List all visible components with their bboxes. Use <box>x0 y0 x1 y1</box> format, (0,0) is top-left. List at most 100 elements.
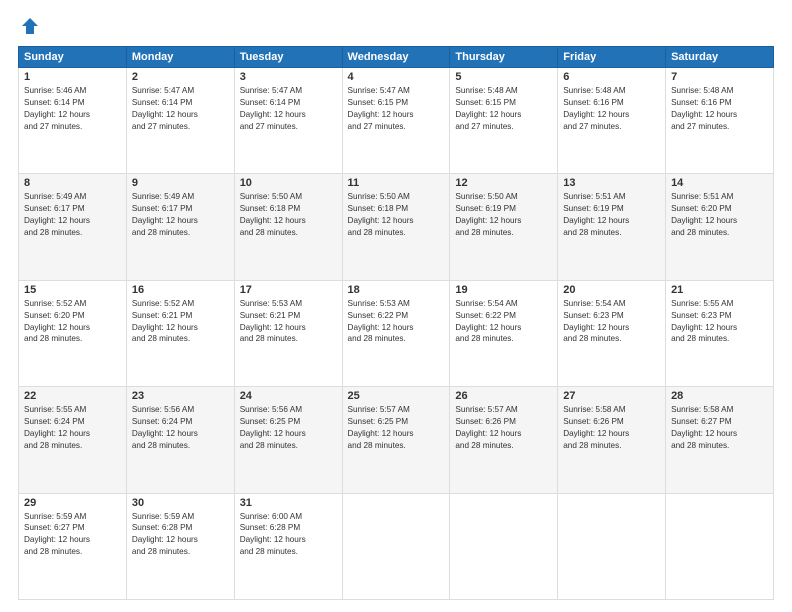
cell-info: Sunrise: 5:56 AM Sunset: 6:24 PM Dayligh… <box>132 404 229 452</box>
day-cell-24: 24 Sunrise: 5:56 AM Sunset: 6:25 PM Dayli… <box>234 387 342 493</box>
cell-info: Sunrise: 5:47 AM Sunset: 6:14 PM Dayligh… <box>132 85 229 133</box>
day-number: 9 <box>132 177 229 189</box>
col-header-tuesday: Tuesday <box>234 47 342 68</box>
day-number: 11 <box>348 177 445 189</box>
day-number: 23 <box>132 390 229 402</box>
cell-info: Sunrise: 5:47 AM Sunset: 6:15 PM Dayligh… <box>348 85 445 133</box>
cell-info: Sunrise: 5:53 AM Sunset: 6:22 PM Dayligh… <box>348 298 445 346</box>
cell-info: Sunrise: 5:49 AM Sunset: 6:17 PM Dayligh… <box>24 191 121 239</box>
day-number: 1 <box>24 71 121 83</box>
day-number: 19 <box>455 284 552 296</box>
col-header-thursday: Thursday <box>450 47 558 68</box>
empty-cell <box>558 493 666 599</box>
day-number: 20 <box>563 284 660 296</box>
day-number: 27 <box>563 390 660 402</box>
day-cell-25: 25 Sunrise: 5:57 AM Sunset: 6:25 PM Dayli… <box>342 387 450 493</box>
day-number: 26 <box>455 390 552 402</box>
cell-info: Sunrise: 5:58 AM Sunset: 6:26 PM Dayligh… <box>563 404 660 452</box>
day-cell-23: 23 Sunrise: 5:56 AM Sunset: 6:24 PM Dayli… <box>126 387 234 493</box>
col-header-saturday: Saturday <box>666 47 774 68</box>
cell-info: Sunrise: 5:55 AM Sunset: 6:23 PM Dayligh… <box>671 298 768 346</box>
day-number: 16 <box>132 284 229 296</box>
day-cell-15: 15Sunrise: 5:52 AM Sunset: 6:20 PM Dayli… <box>19 280 127 386</box>
logo-icon <box>20 16 40 36</box>
day-cell-8: 8 Sunrise: 5:49 AM Sunset: 6:17 PM Daylig… <box>19 174 127 280</box>
day-cell-9: 9 Sunrise: 5:49 AM Sunset: 6:17 PM Daylig… <box>126 174 234 280</box>
day-cell-17: 17 Sunrise: 5:53 AM Sunset: 6:21 PM Dayli… <box>234 280 342 386</box>
cell-info: Sunrise: 5:55 AM Sunset: 6:24 PM Dayligh… <box>24 404 121 452</box>
day-number: 2 <box>132 71 229 83</box>
day-cell-7: 7Sunrise: 5:48 AM Sunset: 6:16 PM Daylig… <box>666 68 774 174</box>
cell-info: Sunrise: 5:49 AM Sunset: 6:17 PM Dayligh… <box>132 191 229 239</box>
day-number: 3 <box>240 71 337 83</box>
day-cell-3: 3 Sunrise: 5:47 AM Sunset: 6:14 PM Daylig… <box>234 68 342 174</box>
day-number: 15 <box>24 284 121 296</box>
cell-info: Sunrise: 5:59 AM Sunset: 6:27 PM Dayligh… <box>24 511 121 559</box>
day-number: 17 <box>240 284 337 296</box>
col-header-friday: Friday <box>558 47 666 68</box>
col-header-monday: Monday <box>126 47 234 68</box>
day-cell-27: 27 Sunrise: 5:58 AM Sunset: 6:26 PM Dayli… <box>558 387 666 493</box>
day-number: 30 <box>132 497 229 509</box>
day-number: 31 <box>240 497 337 509</box>
cell-info: Sunrise: 5:48 AM Sunset: 6:16 PM Dayligh… <box>563 85 660 133</box>
cell-info: Sunrise: 5:58 AM Sunset: 6:27 PM Dayligh… <box>671 404 768 452</box>
empty-cell <box>450 493 558 599</box>
day-number: 18 <box>348 284 445 296</box>
cell-info: Sunrise: 6:00 AM Sunset: 6:28 PM Dayligh… <box>240 511 337 559</box>
day-number: 4 <box>348 71 445 83</box>
day-cell-31: 31 Sunrise: 6:00 AM Sunset: 6:28 PM Dayli… <box>234 493 342 599</box>
day-cell-19: 19 Sunrise: 5:54 AM Sunset: 6:22 PM Dayli… <box>450 280 558 386</box>
day-cell-28: 28 Sunrise: 5:58 AM Sunset: 6:27 PM Dayli… <box>666 387 774 493</box>
day-cell-4: 4 Sunrise: 5:47 AM Sunset: 6:15 PM Daylig… <box>342 68 450 174</box>
cell-info: Sunrise: 5:50 AM Sunset: 6:19 PM Dayligh… <box>455 191 552 239</box>
cell-info: Sunrise: 5:48 AM Sunset: 6:15 PM Dayligh… <box>455 85 552 133</box>
day-cell-18: 18 Sunrise: 5:53 AM Sunset: 6:22 PM Dayli… <box>342 280 450 386</box>
cell-info: Sunrise: 5:57 AM Sunset: 6:26 PM Dayligh… <box>455 404 552 452</box>
col-header-wednesday: Wednesday <box>342 47 450 68</box>
day-cell-2: 2 Sunrise: 5:47 AM Sunset: 6:14 PM Daylig… <box>126 68 234 174</box>
cell-info: Sunrise: 5:50 AM Sunset: 6:18 PM Dayligh… <box>348 191 445 239</box>
day-number: 13 <box>563 177 660 189</box>
cell-info: Sunrise: 5:51 AM Sunset: 6:19 PM Dayligh… <box>563 191 660 239</box>
day-number: 5 <box>455 71 552 83</box>
cell-info: Sunrise: 5:46 AM Sunset: 6:14 PM Dayligh… <box>24 85 121 133</box>
cell-info: Sunrise: 5:56 AM Sunset: 6:25 PM Dayligh… <box>240 404 337 452</box>
calendar-table: SundayMondayTuesdayWednesdayThursdayFrid… <box>18 46 774 600</box>
day-number: 8 <box>24 177 121 189</box>
day-number: 22 <box>24 390 121 402</box>
day-cell-10: 10 Sunrise: 5:50 AM Sunset: 6:18 PM Dayli… <box>234 174 342 280</box>
day-number: 28 <box>671 390 768 402</box>
empty-cell <box>342 493 450 599</box>
day-number: 14 <box>671 177 768 189</box>
day-number: 10 <box>240 177 337 189</box>
day-cell-11: 11 Sunrise: 5:50 AM Sunset: 6:18 PM Dayli… <box>342 174 450 280</box>
day-number: 7 <box>671 71 768 83</box>
day-number: 6 <box>563 71 660 83</box>
logo <box>18 16 40 36</box>
day-number: 24 <box>240 390 337 402</box>
day-cell-13: 13 Sunrise: 5:51 AM Sunset: 6:19 PM Dayli… <box>558 174 666 280</box>
day-cell-16: 16 Sunrise: 5:52 AM Sunset: 6:21 PM Dayli… <box>126 280 234 386</box>
day-number: 25 <box>348 390 445 402</box>
cell-info: Sunrise: 5:53 AM Sunset: 6:21 PM Dayligh… <box>240 298 337 346</box>
cell-info: Sunrise: 5:50 AM Sunset: 6:18 PM Dayligh… <box>240 191 337 239</box>
col-header-sunday: Sunday <box>19 47 127 68</box>
day-cell-21: 21 Sunrise: 5:55 AM Sunset: 6:23 PM Dayli… <box>666 280 774 386</box>
day-cell-14: 14 Sunrise: 5:51 AM Sunset: 6:20 PM Dayli… <box>666 174 774 280</box>
day-cell-22: 22 Sunrise: 5:55 AM Sunset: 6:24 PM Dayli… <box>19 387 127 493</box>
day-cell-6: 6 Sunrise: 5:48 AM Sunset: 6:16 PM Daylig… <box>558 68 666 174</box>
day-cell-20: 20 Sunrise: 5:54 AM Sunset: 6:23 PM Dayli… <box>558 280 666 386</box>
cell-info: Sunrise: 5:59 AM Sunset: 6:28 PM Dayligh… <box>132 511 229 559</box>
cell-info: Sunrise: 5:51 AM Sunset: 6:20 PM Dayligh… <box>671 191 768 239</box>
cell-info: Sunrise: 5:54 AM Sunset: 6:22 PM Dayligh… <box>455 298 552 346</box>
cell-info: Sunrise: 5:57 AM Sunset: 6:25 PM Dayligh… <box>348 404 445 452</box>
cell-info: Sunrise: 5:52 AM Sunset: 6:21 PM Dayligh… <box>132 298 229 346</box>
cell-info: Sunrise: 5:54 AM Sunset: 6:23 PM Dayligh… <box>563 298 660 346</box>
cell-info: Sunrise: 5:47 AM Sunset: 6:14 PM Dayligh… <box>240 85 337 133</box>
day-number: 21 <box>671 284 768 296</box>
page: SundayMondayTuesdayWednesdayThursdayFrid… <box>0 0 792 612</box>
header <box>18 16 774 36</box>
day-cell-5: 5 Sunrise: 5:48 AM Sunset: 6:15 PM Daylig… <box>450 68 558 174</box>
day-cell-29: 29Sunrise: 5:59 AM Sunset: 6:27 PM Dayli… <box>19 493 127 599</box>
